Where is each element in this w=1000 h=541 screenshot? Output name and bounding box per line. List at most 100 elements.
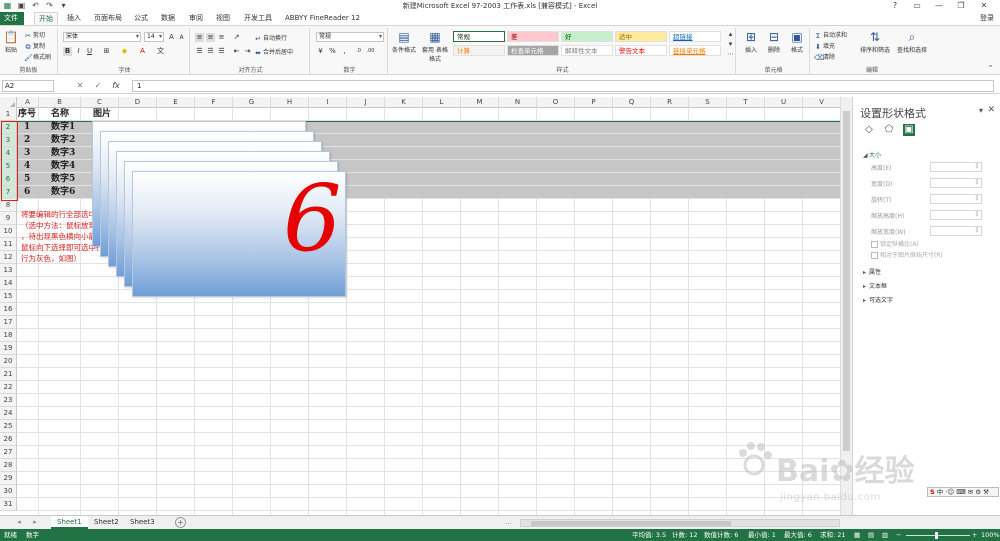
sort-filter-button[interactable]: ⇅ 排序和筛选 [858, 30, 892, 54]
serial-cell[interactable]: 2 [24, 134, 30, 147]
serial-cell[interactable]: 1 [24, 121, 30, 134]
row-header[interactable]: 18 [0, 329, 17, 342]
wrap-text-button[interactable]: ↵ 自动换行 [254, 33, 287, 43]
pane-checkbox[interactable]: 相对于图片原始尺寸(R) [871, 250, 943, 259]
orientation-icon[interactable]: ↗ [232, 33, 241, 42]
cell-style-option[interactable]: 链接单元格 [669, 45, 721, 56]
name-cell[interactable]: 数字1 [51, 121, 75, 134]
insert-cells-button[interactable]: ⊞ 插入 [740, 30, 762, 54]
pane-close-icon[interactable]: ✕ [987, 105, 995, 115]
size-field-input[interactable] [930, 162, 982, 172]
cell-style-option[interactable]: 好 [561, 31, 613, 42]
cut-button[interactable]: ✂ 剪切 [24, 30, 45, 40]
tab-data[interactable]: 数据 [157, 12, 179, 25]
column-header[interactable]: J [347, 97, 385, 108]
section-textbox[interactable]: ▸ 文本框 [863, 281, 887, 290]
column-header[interactable]: A [17, 97, 39, 108]
zoom-in-icon[interactable]: + [972, 529, 977, 541]
name-cell[interactable]: 数字2 [51, 134, 75, 147]
row-header[interactable]: 31 [0, 498, 17, 511]
column-header[interactable]: T [727, 97, 765, 108]
pane-checkbox[interactable]: 锁定纵横比(A) [871, 239, 919, 248]
name-cell[interactable]: 数字4 [51, 160, 75, 173]
find-select-button[interactable]: ⌕ 查找和选择 [894, 30, 930, 54]
column-header[interactable]: P [575, 97, 613, 108]
phonetic-icon[interactable]: 文 [156, 47, 165, 56]
enter-formula-button[interactable]: ✓ [92, 80, 104, 92]
gallery-more-icon[interactable]: ⋯ [726, 50, 735, 59]
row-header[interactable]: 30 [0, 485, 17, 498]
horizontal-scrollbar[interactable] [520, 519, 840, 527]
sheet-tab-1[interactable]: Sheet1 [51, 516, 88, 529]
name-cell[interactable]: 数字6 [51, 186, 75, 199]
column-header[interactable]: Q [613, 97, 651, 108]
section-alt-text[interactable]: ▸ 可选文字 [863, 295, 893, 304]
serial-cell[interactable]: 3 [24, 147, 30, 160]
page-break-view-icon[interactable]: ▥ [882, 529, 888, 541]
paste-button[interactable]: 📋 粘贴 [2, 30, 20, 54]
sheet-tab-3[interactable]: Sheet3 [124, 516, 161, 529]
align-bottom-icon[interactable]: ≡ [217, 33, 226, 42]
zoom-level[interactable]: 100% [981, 529, 1000, 541]
row-header[interactable]: 1 [0, 108, 17, 121]
section-properties[interactable]: ▸ 属性 [863, 267, 881, 276]
tab-insert[interactable]: 插入 [63, 12, 85, 25]
tab-formulas[interactable]: 公式 [130, 12, 152, 25]
select-all-corner[interactable] [0, 97, 17, 108]
underline-button[interactable]: U [85, 47, 94, 56]
restore-button[interactable]: ❐ [950, 0, 972, 12]
horizontal-scroll-thumb[interactable] [531, 521, 731, 526]
format-painter-button[interactable]: 🖌格式刷 [24, 52, 51, 62]
clear-button[interactable]: ⌫清除 [814, 52, 835, 62]
help-button[interactable]: ? [884, 0, 906, 12]
column-header[interactable]: G [233, 97, 271, 108]
tab-view[interactable]: 视图 [212, 12, 234, 25]
shrink-font-icon[interactable]: A [177, 33, 186, 42]
row-header[interactable]: 13 [0, 264, 17, 277]
grow-font-icon[interactable]: A [167, 33, 176, 42]
increase-indent-icon[interactable]: ⇥ [243, 47, 252, 56]
bold-button[interactable]: B [63, 47, 72, 56]
serial-cell[interactable]: 4 [24, 160, 30, 173]
section-size[interactable]: ◢大小 [863, 150, 881, 159]
header-cell[interactable]: 序号 [18, 108, 36, 121]
borders-icon[interactable]: ⊞ [102, 47, 111, 56]
column-header[interactable]: R [651, 97, 689, 108]
copy-button[interactable]: ⧉ 复制 [24, 41, 46, 51]
add-sheet-button[interactable]: + [175, 517, 186, 528]
zoom-slider[interactable] [906, 535, 970, 536]
login-link[interactable]: 登录 [980, 12, 994, 25]
row-header[interactable]: 9 [0, 212, 17, 225]
name-cell[interactable]: 数字5 [51, 173, 75, 186]
tab-file[interactable]: 文件 [0, 12, 24, 25]
currency-icon[interactable]: ¥ [316, 47, 325, 56]
percent-button[interactable]: % [328, 47, 337, 56]
header-cell[interactable]: 图片 [93, 108, 111, 121]
font-size-select[interactable]: 14 [144, 32, 164, 42]
row-header[interactable]: 15 [0, 290, 17, 303]
header-cell[interactable]: 名称 [51, 108, 69, 121]
font-color-icon[interactable]: A [138, 47, 147, 56]
row-header[interactable]: 16 [0, 303, 17, 316]
row-header[interactable]: 23 [0, 394, 17, 407]
row-header[interactable]: 24 [0, 407, 17, 420]
cell-style-option[interactable]: 计算 [453, 45, 505, 56]
format-as-table-button[interactable]: ▦ 套用 表格格式 [420, 30, 450, 63]
column-header[interactable]: E [157, 97, 195, 108]
tab-split-handle[interactable]: ... [505, 516, 512, 529]
cell-style-option[interactable]: 解释性文本 [561, 45, 613, 56]
size-properties-tab-icon[interactable]: ▣ [903, 124, 915, 136]
align-top-icon[interactable]: ≡ [195, 33, 204, 42]
row-header[interactable]: 11 [0, 238, 17, 251]
column-header[interactable]: C [81, 97, 119, 108]
format-cells-button[interactable]: ▣ 格式 [786, 30, 808, 54]
size-field-input[interactable] [930, 194, 982, 204]
ime-toolbar[interactable]: S 中 ·☺ ⌨ ✉ ⚙ ⚒ [927, 487, 999, 497]
align-left-icon[interactable]: ☰ [195, 47, 204, 56]
conditional-format-button[interactable]: ▤ 条件格式 [390, 30, 418, 54]
column-header[interactable]: I [309, 97, 347, 108]
size-field-input[interactable] [930, 210, 982, 220]
row-header[interactable]: 20 [0, 355, 17, 368]
gallery-down-icon[interactable]: ▾ [726, 40, 735, 49]
row-header[interactable]: 21 [0, 368, 17, 381]
